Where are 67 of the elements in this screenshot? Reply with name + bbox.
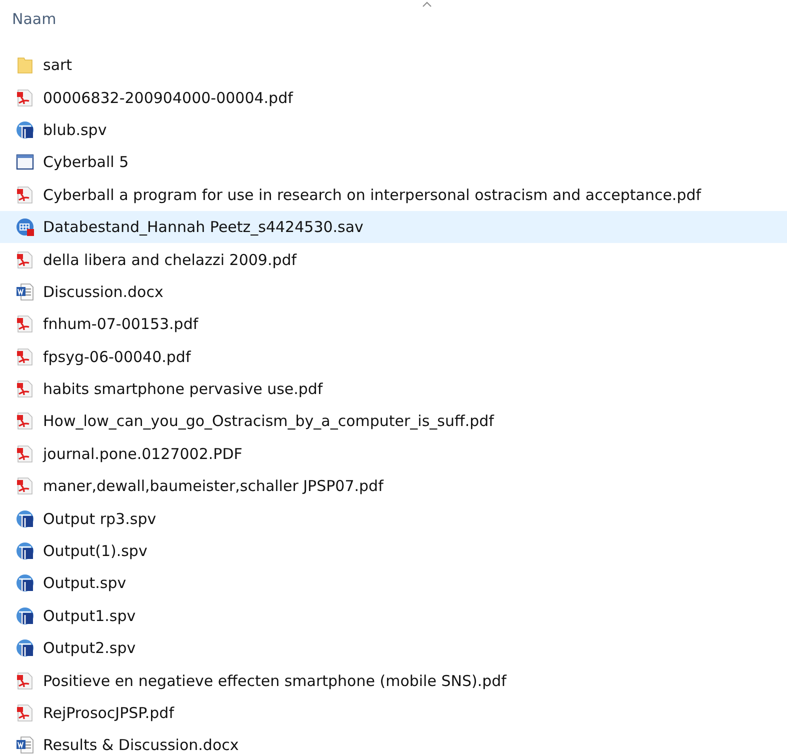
file-row[interactable]: Output2.spv bbox=[0, 632, 787, 664]
file-name: Output rp3.spv bbox=[43, 510, 156, 528]
pdf-file-icon bbox=[16, 477, 34, 496]
file-row[interactable]: Cyberball 5 bbox=[0, 146, 787, 179]
file-row[interactable]: Results & Discussion.docx bbox=[0, 729, 787, 754]
file-row[interactable]: journal.pone.0127002.PDF bbox=[0, 438, 787, 470]
pdf-file-icon bbox=[16, 315, 34, 334]
pdf-file-icon bbox=[16, 88, 34, 107]
spv-file-icon bbox=[16, 606, 34, 625]
file-row[interactable]: Databestand_Hannah Peetz_s4424530.sav bbox=[0, 210, 787, 244]
file-name: Output(1).spv bbox=[43, 542, 148, 560]
file-name: Output1.spv bbox=[43, 606, 136, 625]
file-name: How_low_can_you_go_Ostracism_by_a_computer_is_suff.pdf bbox=[43, 412, 494, 430]
window-icon bbox=[16, 153, 34, 172]
pdf-file-icon bbox=[16, 186, 34, 204]
pdf-file-icon bbox=[16, 250, 34, 269]
file-name: Positieve en negatieve effecten smartphone (mobile SNS).pdf bbox=[43, 672, 506, 690]
file-name: Results & Discussion.docx bbox=[43, 736, 239, 754]
pdf-file-icon bbox=[16, 380, 34, 398]
file-row[interactable]: sart bbox=[0, 49, 787, 82]
spv-file-icon bbox=[16, 120, 34, 139]
spv-file-icon bbox=[16, 574, 34, 592]
file-name: Cyberball a program for use in research on interpersonal ostracism and acceptance.pdf bbox=[43, 186, 702, 204]
file-name: sart bbox=[43, 56, 72, 74]
pdf-file-icon bbox=[16, 444, 34, 463]
file-row[interactable]: 00006832-200904000-00004.pdf bbox=[0, 81, 787, 114]
file-name: Databestand_Hannah Peetz_s4424530.sav bbox=[43, 218, 364, 236]
file-row[interactable]: maner,dewall,baumeister,schaller JPSP07.pdf bbox=[0, 470, 787, 502]
word-document-icon bbox=[16, 282, 34, 301]
file-name: fnhum-07-00153.pdf bbox=[43, 315, 198, 334]
sav-file-icon bbox=[16, 218, 34, 236]
file-row[interactable]: RejProsocJPSP.pdf bbox=[0, 696, 787, 730]
file-row[interactable]: Positieve en negatieve effecten smartphone (mobile SNS).pdf bbox=[0, 664, 787, 697]
pdf-file-icon bbox=[16, 704, 34, 722]
sort-ascending-icon bbox=[422, 1, 432, 7]
file-row[interactable]: Discussion.docx bbox=[0, 276, 787, 308]
file-name: 00006832-200904000-00004.pdf bbox=[43, 88, 293, 107]
file-name: Output2.spv bbox=[43, 639, 136, 658]
file-name: RejProsocJPSP.pdf bbox=[43, 704, 174, 722]
spv-file-icon bbox=[16, 510, 34, 528]
pdf-file-icon bbox=[16, 348, 34, 366]
file-name: journal.pone.0127002.PDF bbox=[43, 444, 242, 463]
file-row[interactable]: Output1.spv bbox=[0, 600, 787, 632]
pdf-file-icon bbox=[16, 672, 34, 690]
pdf-file-icon bbox=[16, 412, 34, 430]
file-row[interactable]: blub.spv bbox=[0, 114, 787, 146]
file-name: della libera and chelazzi 2009.pdf bbox=[43, 250, 297, 269]
file-row[interactable]: Output.spv bbox=[0, 567, 787, 600]
column-header[interactable]: Naam bbox=[12, 10, 56, 28]
spv-file-icon bbox=[16, 639, 34, 658]
file-row[interactable]: Cyberball a program for use in research on interpersonal ostracism and acceptance.pdf bbox=[0, 178, 787, 211]
spv-file-icon bbox=[16, 542, 34, 560]
file-name: habits smartphone pervasive use.pdf bbox=[43, 380, 323, 398]
file-row[interactable]: Output(1).spv bbox=[0, 534, 787, 568]
file-row[interactable]: della libera and chelazzi 2009.pdf bbox=[0, 243, 787, 276]
file-name: maner,dewall,baumeister,schaller JPSP07.pdf bbox=[43, 477, 384, 496]
file-name: Cyberball 5 bbox=[43, 153, 129, 172]
folder-icon bbox=[16, 56, 34, 74]
file-name: fpsyg-06-00040.pdf bbox=[43, 348, 191, 366]
file-row[interactable]: habits smartphone pervasive use.pdf bbox=[0, 372, 787, 406]
file-row[interactable]: fnhum-07-00153.pdf bbox=[0, 308, 787, 341]
file-name: Discussion.docx bbox=[43, 282, 164, 301]
file-row[interactable]: How_low_can_you_go_Ostracism_by_a_computer_is_suff.pdf bbox=[0, 405, 787, 438]
file-row[interactable]: fpsyg-06-00040.pdf bbox=[0, 340, 787, 373]
file-name: Output.spv bbox=[43, 574, 126, 592]
file-row[interactable]: Output rp3.spv bbox=[0, 502, 787, 535]
file-name: blub.spv bbox=[43, 120, 107, 139]
